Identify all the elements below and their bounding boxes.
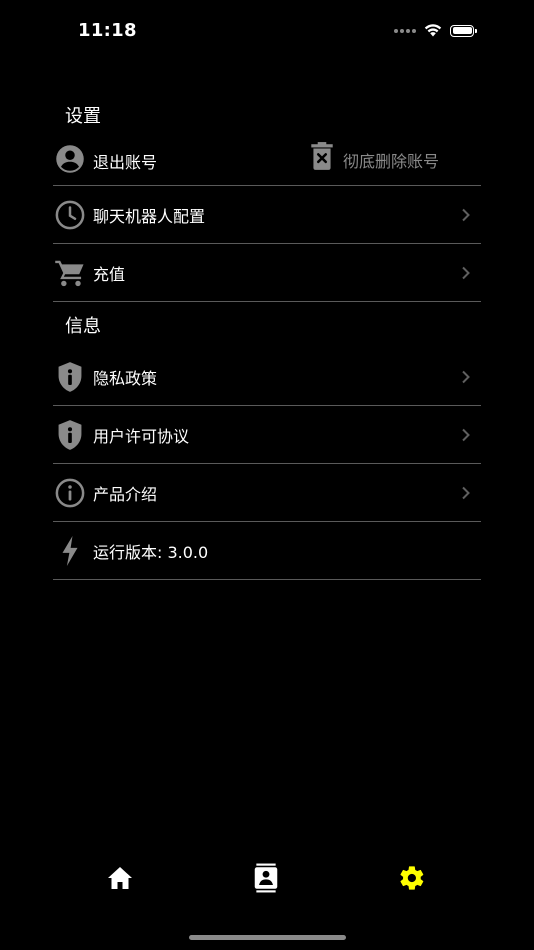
- delete-account-label: 彻底删除账号: [343, 152, 440, 171]
- privacy-policy-row[interactable]: 隐私政策: [53, 348, 481, 406]
- product-intro-label: 产品介绍: [93, 484, 158, 504]
- user-license-row[interactable]: 用户许可协议: [53, 406, 481, 464]
- battery-icon: [450, 24, 477, 37]
- logout-row: 退出账号 彻底删除账号: [53, 138, 481, 186]
- info-circle-icon: [53, 476, 87, 510]
- shopping-cart-icon: [53, 256, 87, 290]
- status-time: 11:18: [78, 20, 137, 41]
- status-icons: [394, 24, 477, 37]
- chatbot-config-label: 聊天机器人配置: [93, 206, 206, 226]
- lightning-bolt-icon: [53, 534, 87, 568]
- chevron-right-icon: [459, 428, 473, 442]
- status-bar: 11:18: [0, 0, 534, 64]
- tab-home[interactable]: [100, 860, 140, 896]
- section-title-info: 信息: [65, 316, 101, 337]
- product-intro-row[interactable]: 产品介绍: [53, 464, 481, 522]
- section-title-settings: 设置: [65, 106, 101, 127]
- cellular-signal-icon: [394, 28, 416, 33]
- user-license-label: 用户许可协议: [93, 426, 190, 446]
- chevron-right-icon: [459, 208, 473, 222]
- version-row: 运行版本: 3.0.0: [53, 522, 481, 580]
- version-label: 运行版本: 3.0.0: [93, 542, 209, 562]
- shield-info-icon: [53, 360, 87, 394]
- shield-info-icon: [53, 418, 87, 452]
- recharge-label: 充值: [93, 264, 126, 284]
- chevron-right-icon: [459, 266, 473, 280]
- chevron-right-icon: [459, 370, 473, 384]
- recharge-row[interactable]: 充值: [53, 244, 481, 302]
- home-icon: [108, 867, 132, 889]
- contacts-icon: [254, 863, 278, 893]
- clock-icon: [53, 198, 87, 232]
- trash-icon: [311, 142, 333, 170]
- delete-account-button[interactable]: 彻底删除账号: [309, 140, 439, 172]
- privacy-policy-label: 隐私政策: [93, 368, 158, 388]
- tab-contacts[interactable]: [246, 860, 286, 896]
- logout-button[interactable]: 退出账号: [93, 149, 157, 173]
- settings-content: 设置 退出账号 彻底删除账号 聊天机器人配置 充值 信息 隐私政策 用户许可协议…: [53, 96, 481, 580]
- chatbot-config-row[interactable]: 聊天机器人配置: [53, 186, 481, 244]
- wifi-icon: [424, 24, 442, 37]
- home-indicator: [189, 935, 346, 940]
- chevron-right-icon: [459, 486, 473, 500]
- gear-icon: [400, 866, 424, 890]
- tab-settings[interactable]: [392, 860, 432, 896]
- tab-bar: [0, 846, 534, 910]
- account-circle-icon[interactable]: [53, 142, 87, 176]
